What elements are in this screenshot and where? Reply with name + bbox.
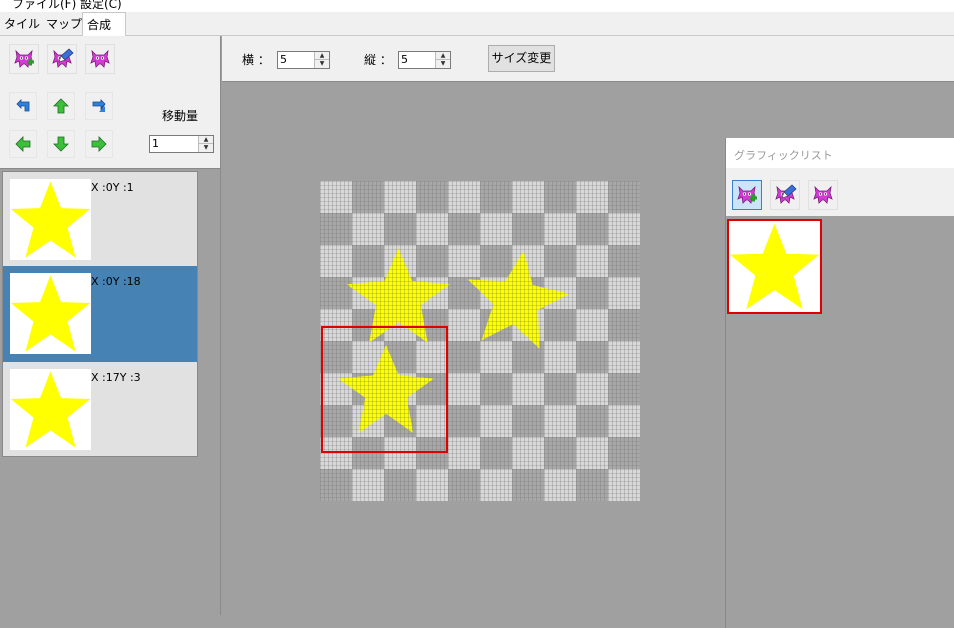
layer-coords: X :17Y :3: [91, 371, 141, 384]
arrow-down-icon: [53, 136, 69, 152]
arrow-up-icon: [53, 98, 69, 114]
delete-graphic-icon: [813, 186, 833, 204]
rotate-left-icon: [16, 99, 30, 112]
edit-graphic-icon: [52, 48, 74, 68]
height-label: 縦 ：: [364, 53, 392, 67]
add-graphic-icon: [14, 50, 34, 68]
menu-file[interactable]: ファイル(F): [12, 0, 76, 12]
layer-list[interactable]: X :0Y :1 X :0Y :18 X :17Y :3: [2, 171, 198, 457]
width-label: 横 ：: [242, 53, 270, 67]
move-amount-value: 1: [152, 137, 159, 150]
rotate-right-icon: [92, 99, 106, 112]
graphic-list-titlebar[interactable]: グラフィックリスト: [726, 138, 954, 168]
height-value: 5: [401, 53, 408, 66]
tab-map[interactable]: マップ: [42, 14, 86, 35]
graphic-thumbnail: [729, 221, 820, 312]
layer-item-selected[interactable]: X :0Y :18: [3, 266, 197, 362]
edit-graphic-button[interactable]: [770, 180, 800, 210]
graphic-list-toolbar: [726, 168, 954, 216]
move-left-button[interactable]: [9, 130, 37, 158]
size-toolbar: 横 ： 5 ▲ ▼ 縦 ： 5 ▲ ▼ サイズ変更: [222, 36, 954, 82]
edit-graphic-icon: [775, 184, 797, 204]
rotate-left-button[interactable]: [9, 92, 37, 120]
graphic-list-title: グラフィックリスト: [734, 149, 833, 162]
tab-compose[interactable]: 合成: [82, 12, 126, 36]
move-down-button[interactable]: [47, 130, 75, 158]
edit-layer-button[interactable]: [47, 44, 77, 74]
layer-coords: X :0Y :18: [91, 275, 141, 288]
layer-thumbnail: [10, 273, 91, 354]
move-amount-label: 移動量: [162, 109, 199, 123]
add-graphic-button[interactable]: [732, 180, 762, 210]
height-spinner[interactable]: 5 ▲ ▼: [398, 51, 451, 69]
selection-rectangle[interactable]: [321, 326, 448, 453]
graphic-list-window: グラフィックリスト: [725, 138, 954, 628]
layer-thumbnail: [10, 179, 91, 260]
arrow-right-icon: [91, 136, 107, 152]
layer-thumbnail: [10, 369, 91, 450]
width-spinner[interactable]: 5 ▲ ▼: [277, 51, 330, 69]
resize-button[interactable]: サイズ変更: [488, 45, 555, 72]
width-value: 5: [280, 53, 287, 66]
arrow-left-icon: [15, 136, 31, 152]
menu-settings[interactable]: 設定(C): [80, 0, 122, 12]
delete-layer-button[interactable]: [85, 44, 115, 74]
add-layer-button[interactable]: [9, 44, 39, 74]
add-graphic-icon: [737, 186, 757, 204]
rotate-right-button[interactable]: [85, 92, 113, 120]
layer-tools-panel: 移動量 1 ▲ ▼: [0, 36, 221, 169]
move-up-button[interactable]: [47, 92, 75, 120]
spinner-buttons[interactable]: ▲ ▼: [314, 52, 329, 68]
spinner-buttons[interactable]: ▲ ▼: [198, 136, 213, 152]
move-amount-spinner[interactable]: 1 ▲ ▼: [149, 135, 214, 153]
layer-coords: X :0Y :1: [91, 181, 134, 194]
layer-item[interactable]: X :17Y :3: [3, 362, 197, 456]
move-right-button[interactable]: [85, 130, 113, 158]
menu-bar: ファイル(F) 設定(C): [0, 0, 954, 12]
delete-graphic-icon: [90, 50, 110, 68]
tab-bar: タイル マップ 合成: [0, 12, 954, 36]
spinner-buttons[interactable]: ▲ ▼: [435, 52, 450, 68]
layer-item[interactable]: X :0Y :1: [3, 172, 197, 268]
tab-tile[interactable]: タイル: [0, 14, 44, 35]
graphic-item-selected[interactable]: [727, 219, 822, 314]
delete-graphic-button[interactable]: [808, 180, 838, 210]
